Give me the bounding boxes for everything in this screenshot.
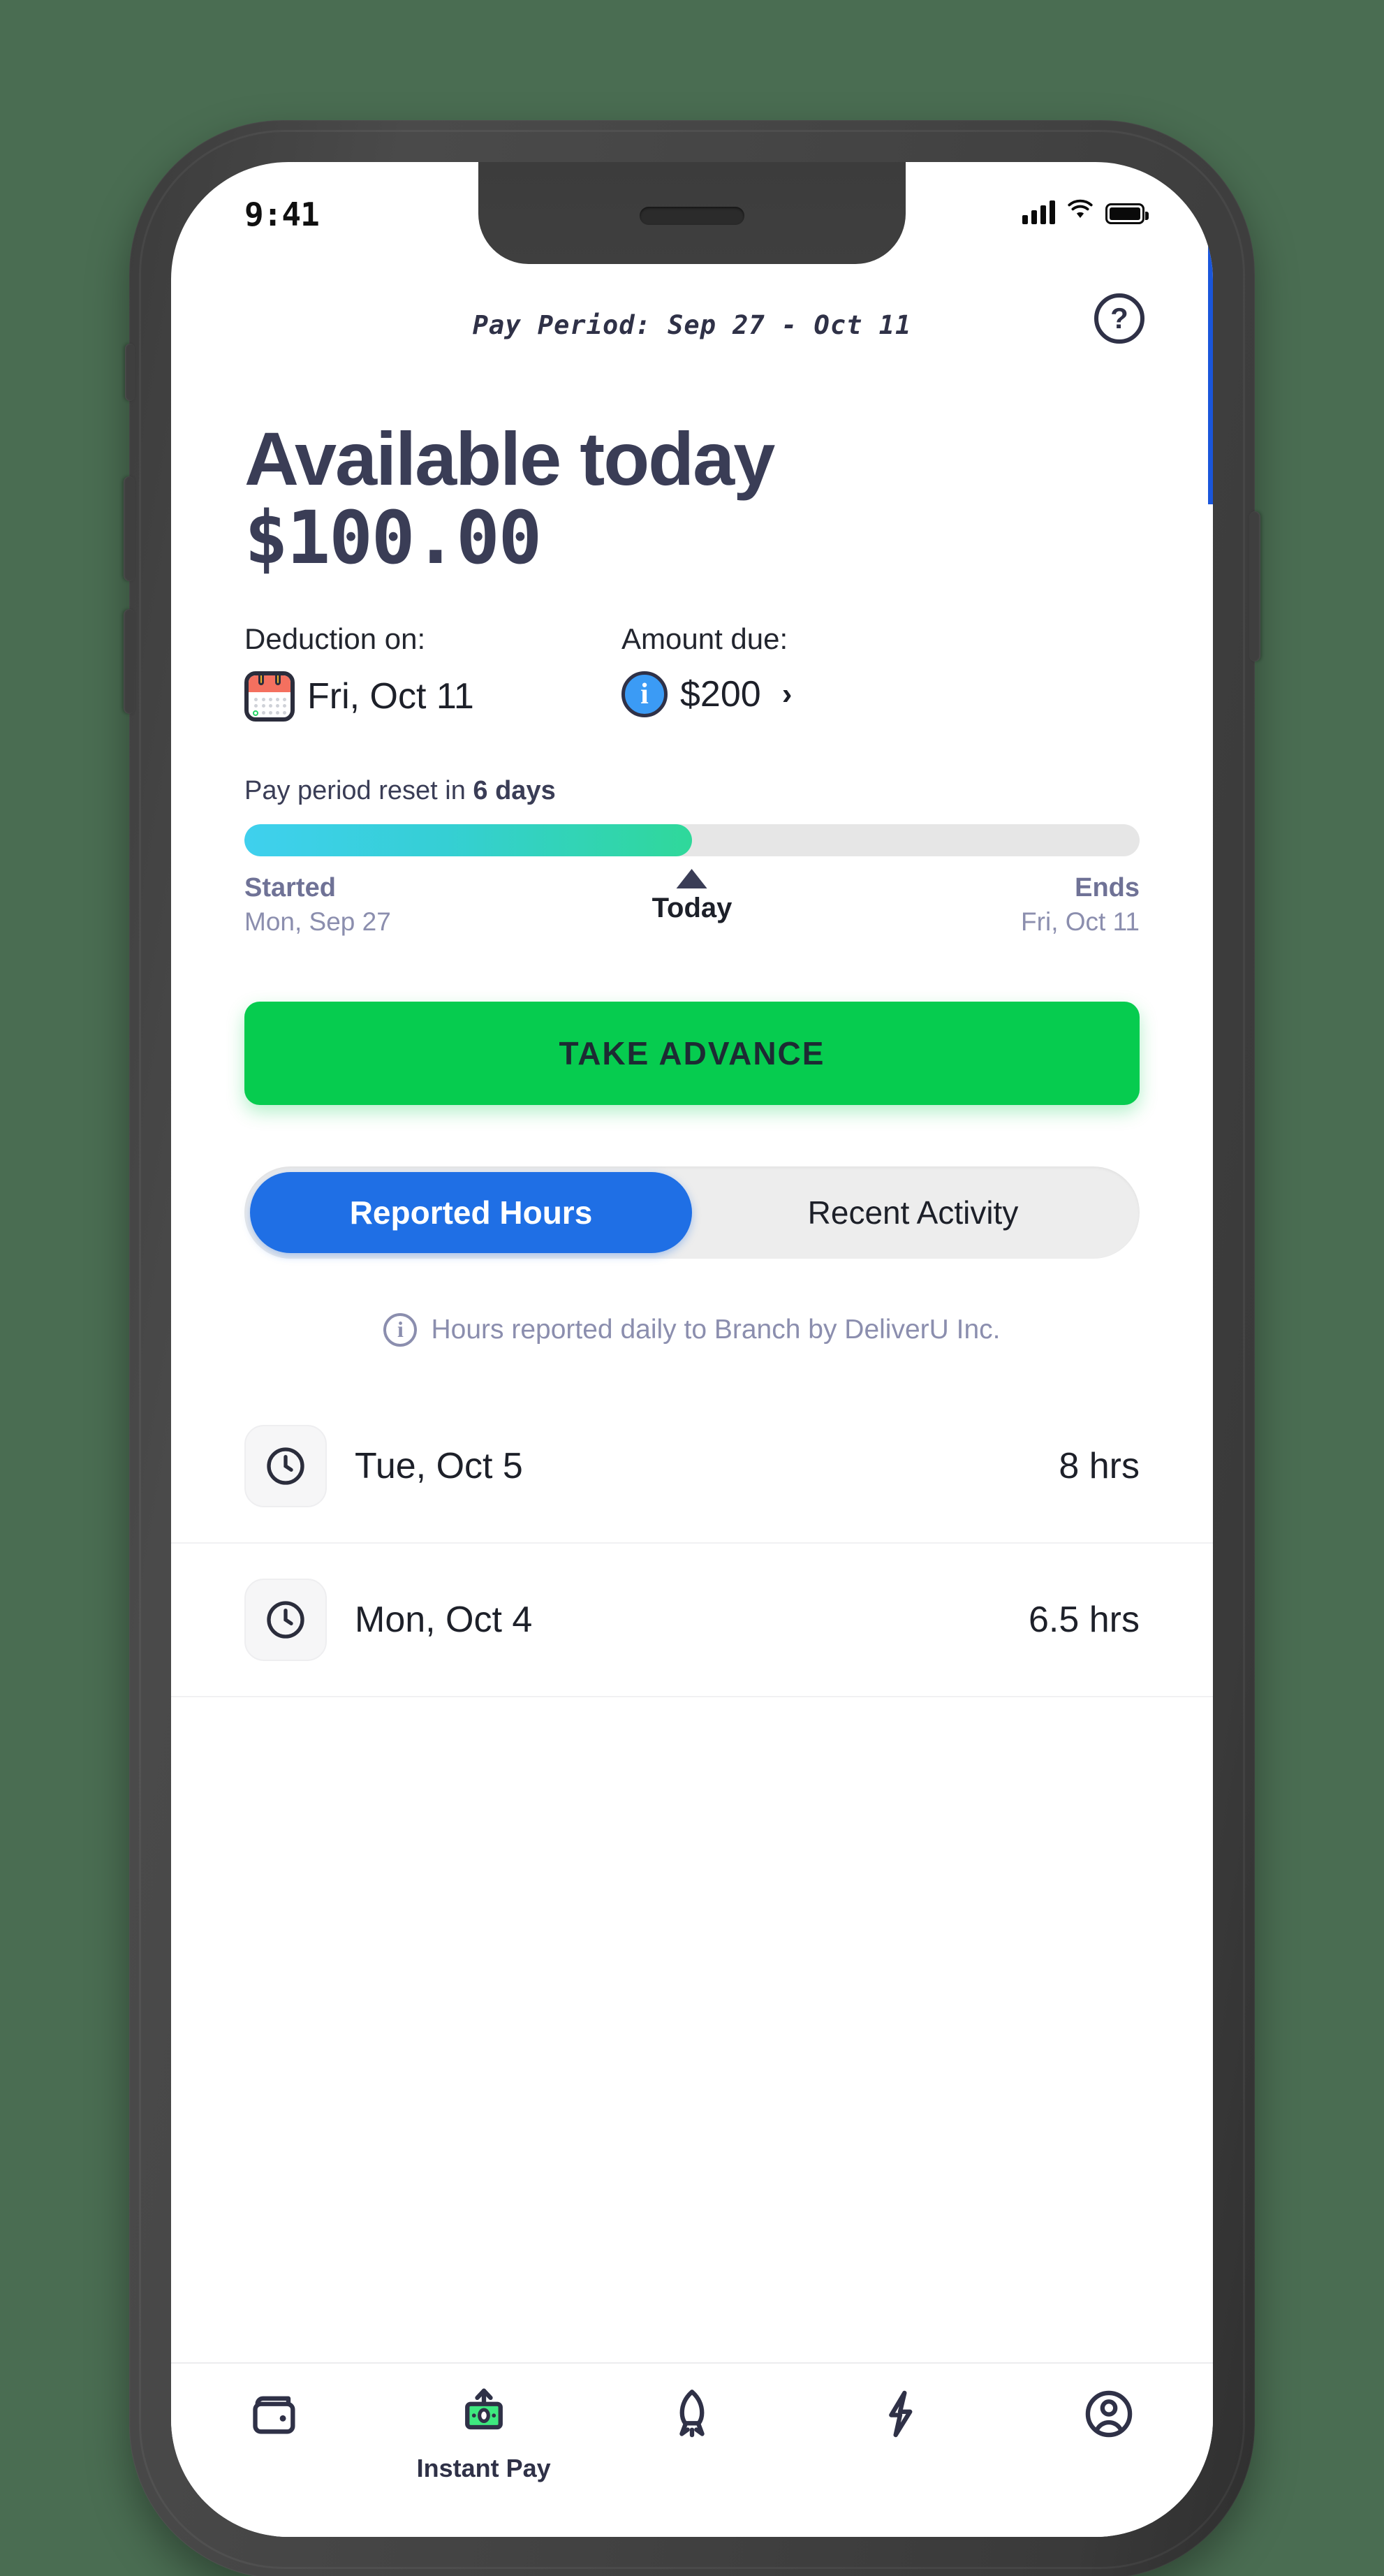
progress-started-label: Started	[244, 872, 336, 902]
available-amount: $100.00	[244, 495, 542, 581]
progress-start-block: Started Mon, Sep 27	[244, 873, 391, 937]
chevron-right-icon[interactable]: ›	[782, 677, 793, 712]
app-content: Pay Period: Sep 27 - Oct 11 ? Available …	[171, 274, 1213, 1697]
nav-item-instant-pay[interactable]: Instant Pay	[379, 2387, 587, 2483]
notch-speaker	[640, 207, 744, 225]
nav-item-wallet[interactable]	[171, 2387, 379, 2444]
cellular-signal-icon	[1022, 200, 1055, 224]
nav-item-profile[interactable]	[1005, 2387, 1213, 2444]
instant-pay-icon	[457, 2387, 510, 2444]
progress-label: Pay period reset in 6 days	[244, 776, 1140, 806]
progress-legend: Started Mon, Sep 27 Today Ends Fri, Oct …	[244, 868, 1140, 957]
take-advance-button[interactable]: TAKE ADVANCE	[244, 1001, 1140, 1105]
clock-icon	[244, 1578, 327, 1661]
rocket-icon	[665, 2387, 719, 2444]
meta-row: Deduction on: Fri, Oct 11 Amount due: i …	[171, 579, 1213, 722]
wallet-icon	[249, 2387, 302, 2444]
hour-row-date: Mon, Oct 4	[355, 1599, 533, 1640]
hour-row-date: Tue, Oct 5	[355, 1445, 523, 1486]
status-bar-icons	[1022, 198, 1149, 224]
amount-due-label: Amount due:	[621, 622, 788, 655]
tab-recent-activity[interactable]: Recent Activity	[692, 1172, 1134, 1253]
calendar-icon	[244, 671, 295, 722]
progress-ends-label: Ends	[1075, 872, 1140, 902]
screenshot-root: 9:41 Pay Period: Sep 27 - Oct 11 ? Avail…	[0, 0, 1384, 2576]
deduction-label: Deduction on:	[244, 622, 426, 655]
volume-up-button[interactable]	[124, 476, 135, 581]
progress-today-marker: Today	[651, 868, 733, 924]
hours-note-text: Hours reported daily to Branch by Delive…	[431, 1314, 1001, 1345]
profile-icon	[1082, 2387, 1135, 2444]
nav-item-label: Instant Pay	[416, 2454, 551, 2482]
progress-track	[244, 824, 1140, 856]
progress-prefix: Pay period reset in	[244, 775, 473, 805]
clock-icon	[244, 1424, 327, 1507]
hour-row-value: 6.5 hrs	[1029, 1599, 1140, 1640]
info-outline-icon: i	[383, 1312, 418, 1347]
deduction-value-row: Fri, Oct 11	[244, 671, 621, 722]
silent-switch-button[interactable]	[125, 344, 135, 401]
table-row[interactable]: Mon, Oct 4 6.5 hrs	[171, 1544, 1213, 1697]
deduction-column: Deduction on: Fri, Oct 11	[244, 622, 621, 722]
tab-segmented-control: Reported Hours Recent Activity	[244, 1166, 1140, 1259]
amount-due-value-row[interactable]: i $200 ›	[621, 671, 792, 717]
phone-frame: 9:41 Pay Period: Sep 27 - Oct 11 ? Avail…	[124, 120, 1260, 2576]
pay-period-label: Pay Period: Sep 27 - Oct 11	[472, 310, 912, 340]
progress-ends-date: Fri, Oct 11	[1021, 907, 1140, 936]
lightning-icon	[874, 2387, 927, 2444]
hours-note: i Hours reported daily to Branch by Deli…	[171, 1259, 1213, 1347]
progress-end-block: Ends Fri, Oct 11	[1021, 873, 1140, 937]
hours-list: Tue, Oct 5 8 hrs Mon, Oct 4 6.5 hrs	[171, 1390, 1213, 1697]
amount-due-column[interactable]: Amount due: i $200 ›	[621, 622, 792, 722]
progress-days: 6 days	[473, 775, 556, 805]
deduction-date: Fri, Oct 11	[307, 675, 474, 717]
app-topbar: Pay Period: Sep 27 - Oct 11 ?	[171, 274, 1213, 379]
amount-due-value: $200	[680, 673, 761, 715]
status-bar-time: 9:41	[244, 196, 320, 233]
pay-period-progress: Pay period reset in 6 days Started Mon, …	[171, 722, 1213, 957]
help-icon[interactable]: ?	[1094, 293, 1144, 344]
power-button[interactable]	[1249, 511, 1260, 661]
progress-fill	[244, 824, 692, 856]
page-title: Available today	[244, 416, 775, 501]
volume-down-button[interactable]	[124, 609, 135, 714]
wifi-icon	[1066, 198, 1094, 224]
bottom-navigation: Instant Pay	[171, 2362, 1213, 2537]
battery-full-icon	[1105, 203, 1149, 224]
progress-today-label: Today	[651, 892, 733, 923]
info-icon[interactable]: i	[621, 671, 668, 717]
phone-screen: 9:41 Pay Period: Sep 27 - Oct 11 ? Avail…	[171, 162, 1213, 2537]
progress-started-date: Mon, Sep 27	[244, 907, 391, 936]
headline-block: Available today $100.00	[171, 379, 1213, 581]
phone-notch	[478, 162, 906, 264]
nav-item-lightning[interactable]	[796, 2387, 1004, 2444]
triangle-up-icon	[676, 868, 707, 888]
table-row[interactable]: Tue, Oct 5 8 hrs	[171, 1390, 1213, 1544]
tab-reported-hours[interactable]: Reported Hours	[250, 1171, 692, 1253]
hour-row-value: 8 hrs	[1059, 1445, 1140, 1486]
nav-item-rocket[interactable]	[588, 2387, 796, 2444]
